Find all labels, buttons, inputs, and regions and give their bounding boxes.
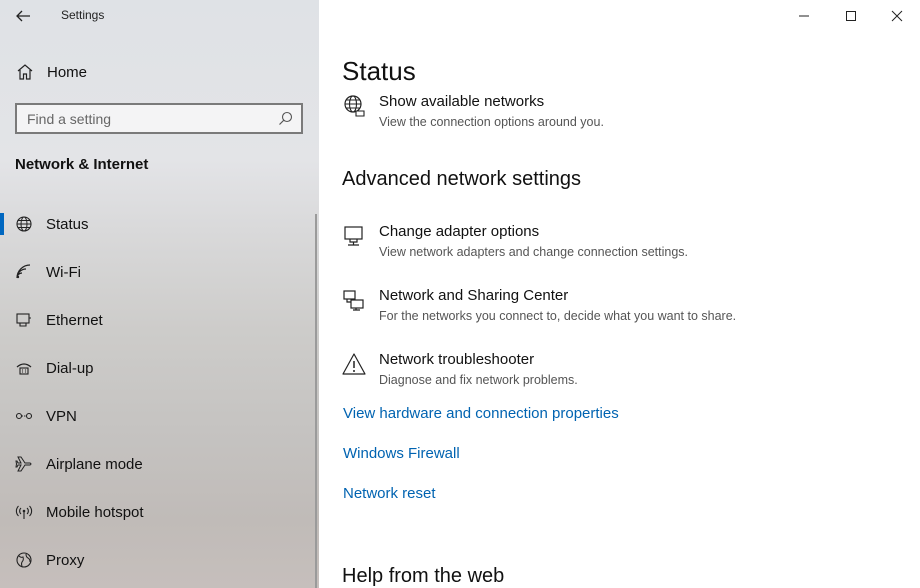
sidebar-item-label: Wi-Fi bbox=[46, 263, 81, 281]
ethernet-icon bbox=[15, 311, 33, 329]
section-title: Network & Internet bbox=[15, 156, 149, 173]
sidebar-scrollbar[interactable] bbox=[315, 214, 317, 588]
globe-network-icon bbox=[344, 95, 365, 117]
page-title: Status bbox=[342, 56, 416, 86]
sidebar-nav: Status Wi-Fi Ethernet Dial-up VPN Airpla… bbox=[0, 200, 319, 584]
sharing-title: Network and Sharing Center bbox=[379, 287, 569, 304]
sidebar-item-proxy[interactable]: Proxy bbox=[0, 536, 319, 584]
windows-firewall-link[interactable]: Windows Firewall bbox=[343, 445, 460, 462]
sidebar-item-wifi[interactable]: Wi-Fi bbox=[0, 248, 319, 296]
sidebar-item-mobile-hotspot[interactable]: Mobile hotspot bbox=[0, 488, 319, 536]
proxy-icon bbox=[15, 551, 33, 569]
sidebar-item-label: Ethernet bbox=[46, 311, 103, 329]
hotspot-icon bbox=[15, 503, 33, 521]
back-button[interactable] bbox=[14, 7, 32, 25]
view-hardware-link[interactable]: View hardware and connection properties bbox=[343, 405, 619, 422]
vpn-icon bbox=[15, 407, 33, 425]
adapter-title: Change adapter options bbox=[379, 223, 540, 240]
search-icon[interactable] bbox=[278, 111, 293, 126]
home-nav-item[interactable]: Home bbox=[15, 61, 87, 83]
app-title: Settings bbox=[61, 8, 105, 22]
network-reset-link[interactable]: Network reset bbox=[343, 485, 436, 502]
show-available-networks[interactable]: Show available networks View the connect… bbox=[342, 93, 604, 131]
adapter-icon bbox=[344, 226, 363, 246]
sidebar-item-label: Airplane mode bbox=[46, 455, 143, 473]
sidebar: Settings Home Network & Internet Status … bbox=[0, 0, 319, 588]
sidebar-item-ethernet[interactable]: Ethernet bbox=[0, 296, 319, 344]
sidebar-item-label: Proxy bbox=[46, 551, 85, 569]
sidebar-item-label: Status bbox=[46, 215, 89, 233]
advanced-settings-heading: Advanced network settings bbox=[342, 168, 582, 190]
sidebar-item-vpn[interactable]: VPN bbox=[0, 392, 319, 440]
sharing-desc: For the networks you connect to, decide … bbox=[379, 309, 737, 323]
sidebar-item-label: Mobile hotspot bbox=[46, 503, 144, 521]
sidebar-item-label: VPN bbox=[46, 407, 77, 425]
help-heading: Help from the web bbox=[342, 565, 505, 587]
show-networks-title: Show available networks bbox=[379, 93, 545, 110]
main-content: Status Show available networks View the … bbox=[319, 0, 920, 588]
network-troubleshooter[interactable]: Network troubleshooter Diagnose and fix … bbox=[342, 351, 578, 389]
dialup-icon bbox=[15, 359, 33, 377]
sidebar-item-dialup[interactable]: Dial-up bbox=[0, 344, 319, 392]
globe-icon bbox=[15, 215, 33, 233]
home-label: Home bbox=[47, 63, 88, 81]
sidebar-item-label: Dial-up bbox=[46, 359, 94, 377]
network-sharing-center[interactable]: Network and Sharing Center For the netwo… bbox=[342, 287, 736, 325]
airplane-icon bbox=[15, 455, 33, 473]
search-input[interactable] bbox=[17, 105, 267, 132]
show-networks-desc: View the connection options around you. bbox=[379, 115, 604, 129]
warning-icon bbox=[342, 353, 366, 375]
troubleshooter-desc: Diagnose and fix network problems. bbox=[379, 373, 578, 387]
search-box[interactable] bbox=[15, 103, 303, 134]
troubleshooter-title: Network troubleshooter bbox=[379, 351, 535, 368]
adapter-desc: View network adapters and change connect… bbox=[379, 245, 688, 259]
change-adapter-options[interactable]: Change adapter options View network adap… bbox=[342, 223, 688, 261]
sidebar-item-airplane-mode[interactable]: Airplane mode bbox=[0, 440, 319, 488]
home-icon bbox=[17, 64, 33, 80]
sidebar-item-status[interactable]: Status bbox=[0, 200, 319, 248]
sharing-center-icon bbox=[343, 290, 364, 311]
back-arrow-icon bbox=[16, 10, 30, 22]
wifi-icon bbox=[15, 263, 33, 281]
